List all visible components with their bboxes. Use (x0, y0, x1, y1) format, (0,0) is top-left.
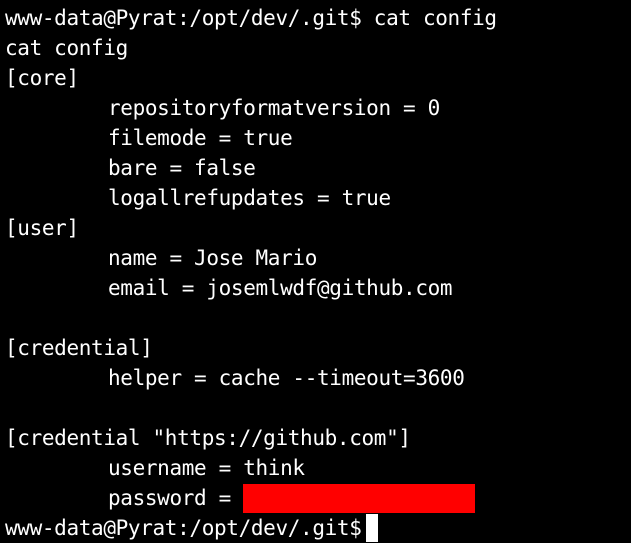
config-value: bare = false (108, 156, 256, 180)
prompt-text: www-data@Pyrat:/opt/dev/.git$ (5, 6, 362, 30)
config-value: username = think (108, 456, 305, 480)
config-line: username = think (5, 453, 631, 483)
config-line: filemode = true (5, 123, 631, 153)
cursor-block (365, 514, 378, 542)
prompt-text: www-data@Pyrat:/opt/dev/.git$ (5, 516, 362, 540)
config-line: helper = cache --timeout=3600 (5, 363, 631, 393)
command-echo: cat config (5, 36, 128, 60)
config-line: bare = false (5, 153, 631, 183)
config-value: logallrefupdates = true (108, 186, 391, 210)
config-line: repositoryformatversion = 0 (5, 93, 631, 123)
terminal-window[interactable]: www-data@Pyrat:/opt/dev/.git$ cat config… (0, 0, 631, 543)
password-label: password = (108, 486, 244, 510)
section-header-user: [user] (5, 216, 79, 240)
config-line: logallrefupdates = true (5, 183, 631, 213)
config-value: name = Jose Mario (108, 246, 317, 270)
config-value: repositoryformatversion = 0 (108, 96, 440, 120)
config-value: filemode = true (108, 126, 293, 150)
config-line: name = Jose Mario (5, 243, 631, 273)
section-header-credential: [credential] (5, 336, 153, 360)
section-header-core: [core] (5, 66, 79, 90)
section-header-credential-github: [credential "https://github.com"] (5, 426, 411, 450)
config-value: email = josemlwdf@github.com (108, 276, 453, 300)
command-line: www-data@Pyrat:/opt/dev/.git$ cat config (5, 3, 631, 33)
command-text: cat config (373, 6, 497, 30)
config-value: helper = cache --timeout=3600 (108, 366, 465, 390)
config-line: password = (5, 483, 631, 513)
config-line: email = josemlwdf@github.com (5, 273, 631, 303)
prompt-line[interactable]: www-data@Pyrat:/opt/dev/.git$ (5, 513, 631, 543)
redaction-box (243, 483, 476, 513)
